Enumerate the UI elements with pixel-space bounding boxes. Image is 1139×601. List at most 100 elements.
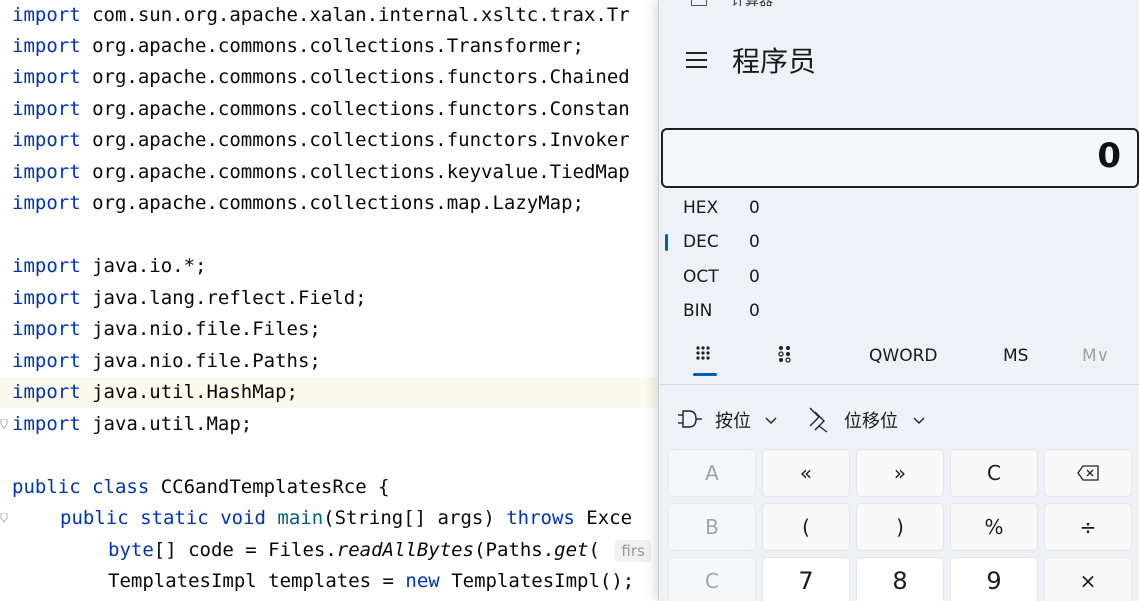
keyword: void <box>220 507 266 529</box>
backspace-icon <box>1077 465 1099 481</box>
window-title: 计算器 <box>731 0 773 9</box>
code-text: org.apache.commons.collections.functors.… <box>80 129 630 151</box>
code-line: import java.lang.reflect.Field; <box>12 283 660 314</box>
keyword: import <box>12 287 81 309</box>
result-display: 0 <box>661 128 1139 188</box>
code-text: org.apache.commons.collections.Transform… <box>80 35 584 57</box>
code-text: com.sun.org.apache.xalan.internal.xsltc.… <box>80 4 630 26</box>
keyword: import <box>12 129 81 151</box>
parameter-hint: firs <box>615 539 651 562</box>
key-7[interactable]: 7 <box>762 557 850 601</box>
code-line: public static void main(String[] args) t… <box>60 503 660 534</box>
base-label: HEX <box>683 198 719 218</box>
keyword: import <box>12 413 81 435</box>
code-line: import org.apache.commons.collections.fu… <box>12 62 660 93</box>
keyword: byte <box>108 539 154 561</box>
memory-menu-button: M∨ <box>1082 346 1110 366</box>
base-value: 0 <box>749 198 760 218</box>
code-text: org.apache.commons.collections.map.LazyM… <box>80 192 584 214</box>
fold-marker-icon[interactable] <box>0 513 8 523</box>
calculator-app-icon <box>691 0 707 6</box>
divider <box>659 384 1139 385</box>
display-value: 0 <box>1097 136 1121 176</box>
chevron-down-icon[interactable] <box>911 402 927 436</box>
keyword: public <box>60 507 129 529</box>
code-text: (Paths. <box>474 539 555 561</box>
keyword: public <box>12 476 81 498</box>
code-text: org.apache.commons.collections.keyvalue.… <box>80 161 630 183</box>
code-line: import java.nio.file.Paths; <box>12 346 660 377</box>
code-text: [] code = Files. <box>153 539 337 561</box>
static-call: readAllBytes <box>336 539 475 561</box>
code-text: ( <box>588 539 612 561</box>
close-icon[interactable] <box>1093 0 1117 8</box>
code-text: TemplatesImpl(); <box>439 570 635 592</box>
key-left-shift[interactable]: « <box>762 449 850 497</box>
keyword: import <box>12 98 81 120</box>
key-right-shift[interactable]: » <box>856 449 944 497</box>
code-line: import org.apache.commons.collections.Tr… <box>12 31 660 62</box>
base-bin[interactable]: BIN 0 <box>665 295 795 327</box>
keyword: static <box>140 507 209 529</box>
code-line: import org.apache.commons.collections.ke… <box>12 157 660 188</box>
base-hex[interactable]: HEX 0 <box>665 192 795 224</box>
keyword: import <box>12 350 81 372</box>
keyword: throws <box>506 507 575 529</box>
base-value: 0 <box>749 232 760 252</box>
keyword: import <box>12 192 81 214</box>
keyword: import <box>12 255 81 277</box>
code-text: java.nio.file.Paths; <box>80 350 321 372</box>
base-oct[interactable]: OCT 0 <box>665 261 795 293</box>
bit-toggling-keypad-icon[interactable] <box>773 340 797 376</box>
key-percent[interactable]: % <box>950 503 1038 551</box>
key-backspace[interactable] <box>1044 449 1132 497</box>
base-value: 0 <box>749 301 760 321</box>
full-keypad-icon[interactable] <box>691 340 719 376</box>
code-text: java.util.Map; <box>80 413 253 435</box>
code-line: import org.apache.commons.collections.fu… <box>12 94 660 125</box>
base-dec[interactable]: DEC 0 <box>665 226 795 258</box>
maximize-icon[interactable] <box>1023 0 1047 8</box>
key-a: A <box>668 449 756 497</box>
code-line: public class CC6andTemplatesRce { <box>12 472 660 503</box>
logic-gate-icon <box>678 410 702 428</box>
code-text: java.io.*; <box>80 255 207 277</box>
keyword: import <box>12 318 81 340</box>
code-text: TemplatesImpl templates = <box>108 570 406 592</box>
calculator-window: 计算器 程序员 0 HEX 0 DEC 0 OCT 0 BIN 0 QWORD … <box>658 0 1139 601</box>
method-name: main <box>277 507 324 529</box>
code-text: java.lang.reflect.Field; <box>80 287 367 309</box>
key-multiply[interactable]: × <box>1044 557 1132 601</box>
keyword: import <box>12 161 81 183</box>
keyword: new <box>405 570 440 592</box>
key-8[interactable]: 8 <box>856 557 944 601</box>
fold-marker-icon[interactable] <box>0 419 8 429</box>
code-text: (String[] args) <box>323 507 507 529</box>
code-line: TemplatesImpl templates = new TemplatesI… <box>108 566 660 597</box>
memory-store-button[interactable]: MS <box>1003 346 1028 366</box>
key-divide[interactable]: ÷ <box>1044 503 1132 551</box>
key-clear[interactable]: C <box>950 449 1038 497</box>
minimize-icon[interactable] <box>955 0 979 8</box>
code-text: org.apache.commons.collections.functors.… <box>80 66 630 88</box>
keyword: import <box>12 4 81 26</box>
code-line: import java.util.Map; <box>12 409 660 440</box>
code-line-current: import java.util.HashMap; <box>0 377 660 408</box>
code-text: Exce <box>574 507 633 529</box>
navigation-menu-button[interactable] <box>683 46 711 74</box>
bit-shift-icon <box>809 407 828 433</box>
active-tab-indicator <box>693 373 717 376</box>
bitshift-dropdown[interactable]: 位移位 <box>844 407 898 433</box>
chevron-down-icon[interactable] <box>763 402 779 436</box>
bitwise-dropdown[interactable]: 按位 <box>715 407 751 433</box>
word-size-button[interactable]: QWORD <box>869 346 937 366</box>
code-line: import org.apache.commons.collections.fu… <box>12 125 660 156</box>
code-editor[interactable]: import com.sun.org.apache.xalan.internal… <box>0 0 660 601</box>
mode-title: 程序员 <box>732 45 817 78</box>
keyword: import <box>12 66 81 88</box>
key-left-paren[interactable]: ( <box>762 503 850 551</box>
code-line: import org.apache.commons.collections.ma… <box>12 188 660 219</box>
key-b: B <box>668 503 756 551</box>
key-9[interactable]: 9 <box>950 557 1038 601</box>
key-right-paren[interactable]: ) <box>856 503 944 551</box>
